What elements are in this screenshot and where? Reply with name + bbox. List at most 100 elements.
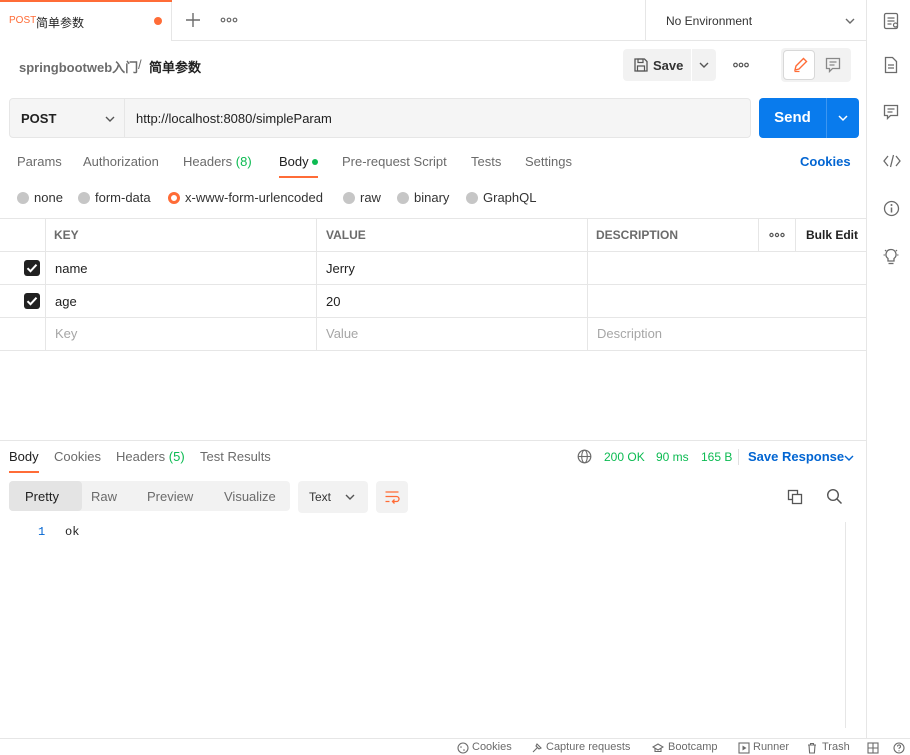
view-raw-button[interactable]: Raw — [91, 489, 117, 504]
checkmark-icon — [26, 264, 38, 273]
comment-mode-button[interactable] — [817, 50, 849, 80]
breadcrumb-collection[interactable]: springbootweb入门 — [19, 57, 138, 76]
cookie-icon — [457, 742, 469, 754]
tab-tests[interactable]: Tests — [471, 154, 501, 169]
more-icon[interactable] — [733, 61, 749, 69]
chevron-down-icon — [698, 59, 710, 71]
request-tab[interactable]: POST 简单参数 — [0, 0, 172, 41]
row-checkbox[interactable] — [24, 260, 40, 276]
breadcrumb-request-name[interactable]: 简单参数 — [149, 57, 201, 76]
radio-form-data-label[interactable]: form-data — [95, 190, 151, 205]
table-border — [316, 218, 317, 351]
view-pretty-label[interactable]: Pretty — [25, 489, 59, 504]
copy-icon[interactable] — [787, 489, 803, 505]
bulk-edit-button[interactable]: Bulk Edit — [806, 228, 858, 242]
statusbar-trash[interactable]: Trash — [822, 741, 850, 753]
new-value-input[interactable]: Value — [326, 326, 358, 341]
new-description-input[interactable]: Description — [597, 326, 662, 341]
response-tab-cookies[interactable]: Cookies — [54, 449, 101, 464]
radio-raw[interactable] — [343, 192, 355, 204]
url-input[interactable] — [125, 98, 751, 138]
divider — [738, 449, 739, 465]
radio-binary-label[interactable]: binary — [414, 190, 449, 205]
param-key[interactable]: age — [55, 294, 77, 309]
format-select[interactable]: Text — [298, 481, 368, 513]
cookies-link[interactable]: Cookies — [800, 154, 851, 169]
send-dropdown-button[interactable] — [827, 98, 859, 138]
environment-quick-look-icon[interactable] — [883, 12, 899, 30]
wrap-lines-button[interactable] — [376, 481, 408, 513]
radio-raw-label[interactable]: raw — [360, 190, 381, 205]
comment-icon — [825, 57, 841, 73]
response-tab-test-results[interactable]: Test Results — [200, 449, 271, 464]
statusbar-runner[interactable]: Runner — [753, 741, 789, 753]
environment-label: No Environment — [666, 14, 753, 28]
format-label: Text — [309, 490, 332, 504]
line-number: 1 — [38, 525, 46, 539]
tab-authorization[interactable]: Authorization — [83, 154, 159, 169]
response-tab-headers-count: (5) — [168, 449, 185, 464]
tab-body[interactable]: Body — [279, 154, 309, 169]
mode-toggle — [781, 48, 851, 82]
response-size[interactable]: 165 B — [701, 450, 732, 464]
response-scrollbar[interactable] — [845, 522, 859, 728]
unsaved-dot-icon[interactable] — [154, 17, 162, 25]
radio-none-label[interactable]: none — [34, 190, 63, 205]
response-line[interactable]: ok — [65, 525, 79, 539]
view-visualize-button[interactable]: Visualize — [224, 489, 276, 504]
table-border — [0, 218, 866, 219]
plus-icon[interactable] — [184, 11, 202, 29]
radio-x-www-form-urlencoded[interactable] — [168, 192, 180, 204]
comments-icon[interactable] — [883, 104, 899, 120]
save-dropdown-button[interactable] — [692, 49, 716, 81]
response-tab-headers-label: Headers — [116, 449, 166, 464]
save-response-button[interactable]: Save Response — [748, 449, 844, 464]
param-value[interactable]: 20 — [326, 294, 340, 309]
environment-selector[interactable]: No Environment — [645, 0, 866, 41]
bootcamp-icon — [652, 742, 664, 754]
lightbulb-icon[interactable] — [883, 248, 899, 266]
statusbar-capture-requests[interactable]: Capture requests — [546, 741, 630, 753]
chevron-down-icon — [844, 15, 856, 27]
column-header-description: DESCRIPTION — [596, 228, 679, 242]
send-button[interactable]: Send — [759, 98, 826, 138]
save-button[interactable]: Save — [623, 49, 691, 81]
tab-settings[interactable]: Settings — [525, 154, 572, 169]
edit-mode-button[interactable] — [783, 50, 815, 80]
globe-icon[interactable] — [577, 449, 592, 464]
info-icon[interactable] — [883, 200, 900, 217]
radio-graphql[interactable] — [466, 192, 478, 204]
radio-none[interactable] — [17, 192, 29, 204]
view-preview-button[interactable]: Preview — [147, 489, 193, 504]
radio-graphql-label[interactable]: GraphQL — [483, 190, 536, 205]
documentation-icon[interactable] — [883, 56, 899, 74]
code-icon[interactable] — [883, 153, 901, 169]
response-divider[interactable] — [0, 440, 866, 441]
statusbar-cookies[interactable]: Cookies — [472, 741, 512, 753]
radio-binary[interactable] — [397, 192, 409, 204]
param-value[interactable]: Jerry — [326, 261, 355, 276]
chevron-down-icon[interactable] — [843, 452, 855, 464]
two-pane-icon[interactable] — [867, 742, 879, 754]
method-label: POST — [21, 111, 57, 126]
statusbar-bootcamp[interactable]: Bootcamp — [668, 741, 718, 753]
response-tab-headers[interactable]: Headers (5) — [116, 449, 185, 464]
status-code[interactable]: 200 OK — [604, 450, 645, 464]
response-tab-body[interactable]: Body — [9, 449, 39, 464]
help-icon[interactable] — [893, 742, 905, 754]
row-checkbox[interactable] — [24, 293, 40, 309]
search-icon[interactable] — [826, 488, 843, 505]
radio-x-www-form-urlencoded-label[interactable]: x-www-form-urlencoded — [185, 190, 323, 205]
response-time[interactable]: 90 ms — [656, 450, 689, 464]
radio-form-data[interactable] — [78, 192, 90, 204]
tab-params[interactable]: Params — [17, 154, 62, 169]
param-key[interactable]: name — [55, 261, 88, 276]
breadcrumb-separator: / — [138, 57, 142, 72]
tab-pre-request-script[interactable]: Pre-request Script — [342, 154, 447, 169]
column-header-value: VALUE — [326, 228, 366, 242]
method-select[interactable]: POST — [9, 98, 125, 138]
tab-headers[interactable]: Headers (8) — [183, 154, 252, 169]
new-key-input[interactable]: Key — [55, 326, 77, 341]
more-icon[interactable] — [769, 231, 785, 239]
more-icon[interactable] — [220, 13, 238, 27]
